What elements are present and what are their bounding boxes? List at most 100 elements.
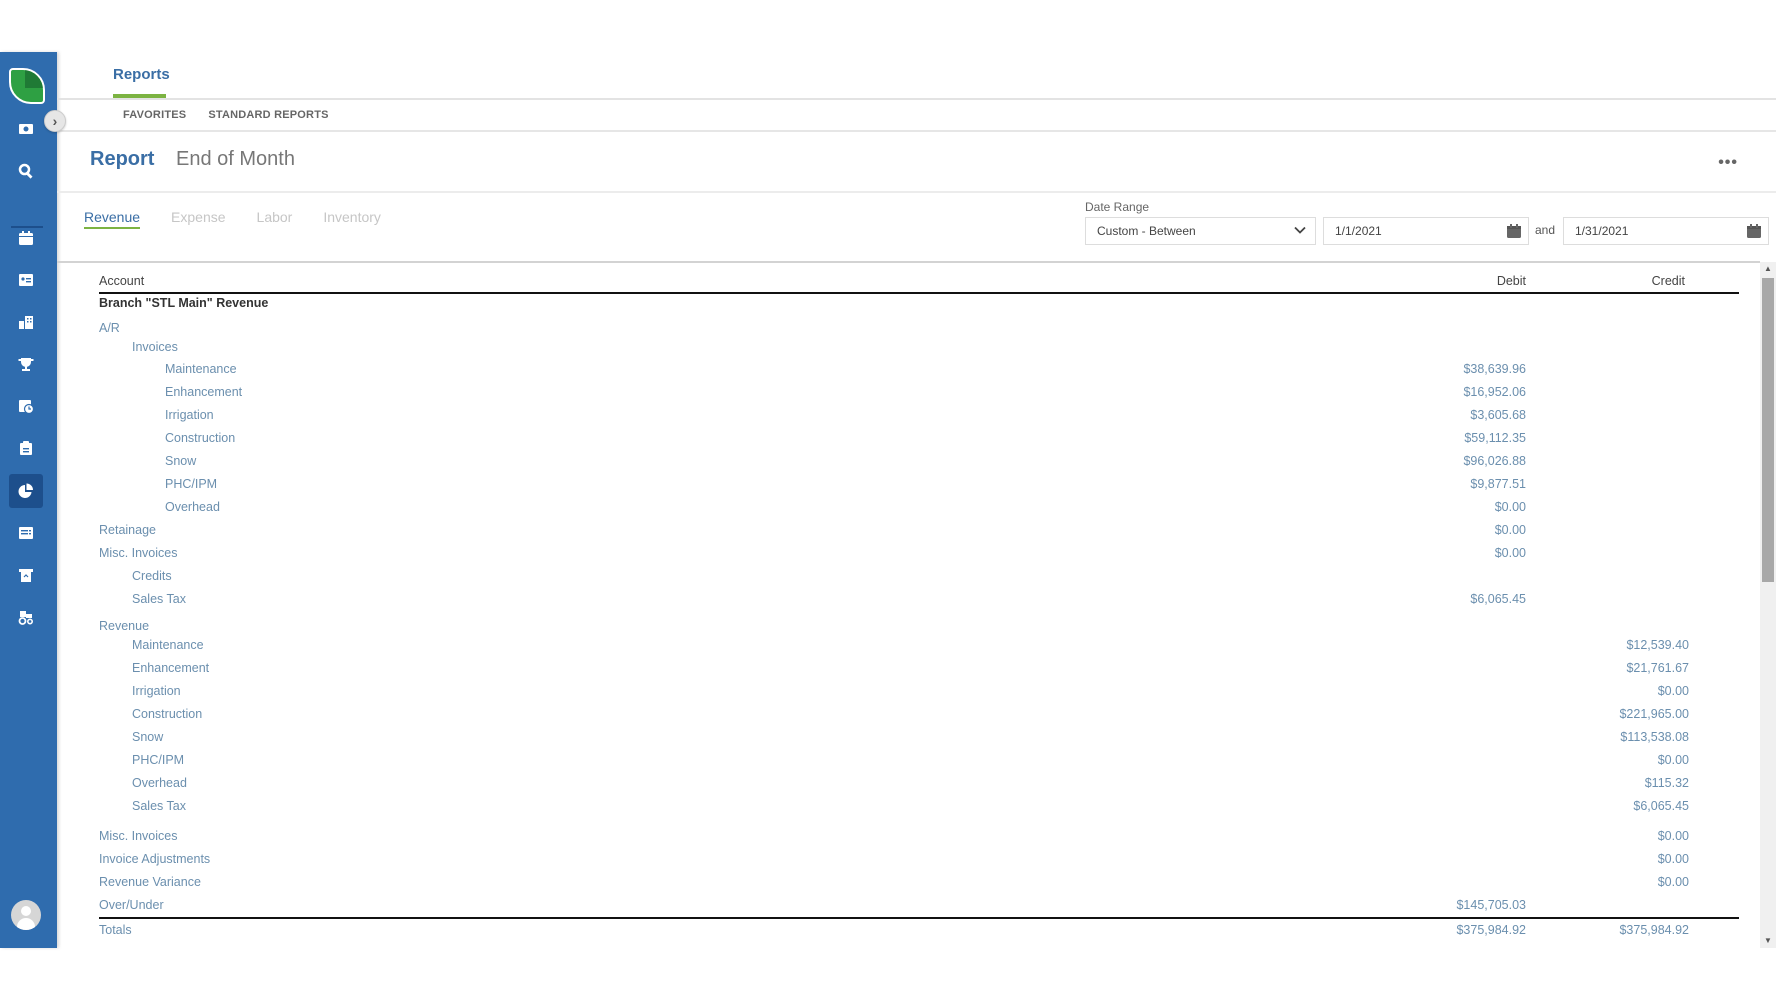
debit-value: $9,877.51	[1470, 477, 1526, 491]
tab-revenue[interactable]: Revenue	[84, 209, 141, 229]
start-date-input[interactable]: 1/1/2021	[1323, 217, 1529, 245]
sidebar-item-clipboard[interactable]	[9, 431, 43, 465]
table-row: Snow $113,538.08	[99, 730, 1739, 750]
list-icon	[19, 527, 33, 539]
account-name[interactable]: Misc. Invoices	[99, 546, 178, 560]
table-row: Construction $59,112.35	[99, 431, 1739, 451]
account-name[interactable]: Construction	[165, 431, 235, 445]
table-row: Snow $96,026.88	[99, 454, 1739, 474]
table-row: Retainage $0.00	[99, 523, 1739, 543]
sidebar-item-search[interactable]	[9, 154, 43, 188]
account-name[interactable]: Invoices	[132, 340, 178, 354]
account-name[interactable]: Overhead	[132, 776, 187, 790]
account-name[interactable]: Invoice Adjustments	[99, 852, 210, 866]
account-name[interactable]: Credits	[132, 569, 172, 583]
column-header-credit: Credit	[1651, 274, 1685, 288]
table-row: Irrigation $0.00	[99, 684, 1739, 704]
money-icon	[19, 124, 33, 134]
totals-credit: $375,984.92	[1619, 923, 1689, 937]
tab-expense[interactable]: Expense	[171, 209, 225, 229]
sidebar-item-trophy[interactable]	[9, 347, 43, 381]
account-name[interactable]: Snow	[132, 730, 163, 744]
scroll-up-arrow[interactable]: ▲	[1760, 262, 1776, 276]
schedule-icon	[19, 400, 34, 414]
account-name[interactable]: Sales Tax	[132, 799, 186, 813]
account-name[interactable]: PHC/IPM	[132, 753, 184, 767]
date-range-label: Date Range	[1085, 200, 1150, 214]
user-avatar[interactable]	[11, 900, 41, 930]
end-date-input[interactable]: 1/31/2021	[1563, 217, 1769, 245]
sidebar-expand-button[interactable]: ›	[44, 110, 66, 132]
vertical-scrollbar[interactable]: ▲ ▼	[1760, 262, 1776, 948]
sidebar-item-equipment[interactable]	[9, 600, 43, 634]
account-name[interactable]: PHC/IPM	[165, 477, 217, 491]
totals-rule	[99, 917, 1739, 919]
credit-value: $115.32	[1644, 776, 1689, 790]
account-name[interactable]: Retainage	[99, 523, 156, 537]
totals-debit: $375,984.92	[1456, 923, 1526, 937]
calendar-icon[interactable]	[1746, 223, 1762, 239]
subtab-favorites[interactable]: FAVORITES	[123, 109, 186, 121]
account-name[interactable]: Irrigation	[132, 684, 181, 698]
equipment-icon	[18, 611, 34, 625]
account-name[interactable]: Maintenance	[132, 638, 204, 652]
debit-value: $3,605.68	[1470, 408, 1526, 422]
table-header: Account Debit Credit	[99, 274, 1739, 294]
app-window: › Reports FAVORITES STANDARD REPORTS Rep…	[0, 52, 1776, 948]
table-row: A/R	[99, 321, 1739, 341]
debit-value: $96,026.88	[1463, 454, 1526, 468]
credit-value: $12,539.40	[1626, 638, 1689, 652]
sidebar-item-money[interactable]	[9, 112, 43, 146]
sidebar-item-receipt[interactable]	[9, 558, 43, 592]
debit-value: $145,705.03	[1456, 898, 1526, 912]
scroll-thumb[interactable]	[1762, 278, 1774, 582]
sidebar-item-contact-card[interactable]	[9, 263, 43, 297]
table-row: Maintenance $12,539.40	[99, 638, 1739, 658]
sidebar-item-schedule[interactable]	[9, 389, 43, 423]
account-name[interactable]: Construction	[132, 707, 202, 721]
account-name[interactable]: Sales Tax	[132, 592, 186, 606]
table-row: Over/Under $145,705.03	[99, 898, 1739, 918]
table-row: Revenue Variance $0.00	[99, 875, 1739, 895]
credit-value: $0.00	[1657, 875, 1689, 889]
table-row: Invoices	[99, 340, 1739, 360]
report-label: Report	[90, 148, 155, 170]
more-options-button[interactable]: •••	[1718, 154, 1738, 172]
column-header-account: Account	[99, 274, 145, 288]
branch-title: Branch "STL Main" Revenue	[99, 296, 269, 310]
account-name[interactable]: A/R	[99, 321, 120, 335]
credit-value: $0.00	[1657, 829, 1689, 843]
account-name[interactable]: Irrigation	[165, 408, 214, 422]
account-name[interactable]: Over/Under	[99, 898, 164, 912]
date-range-select[interactable]: Custom - Between	[1085, 217, 1316, 245]
sidebar-item-pie-chart[interactable]	[9, 474, 43, 508]
account-name[interactable]: Revenue	[99, 619, 149, 633]
subtab-standard-reports[interactable]: STANDARD REPORTS	[208, 109, 328, 121]
sidebar-item-buildings[interactable]	[9, 305, 43, 339]
account-name[interactable]: Overhead	[165, 500, 220, 514]
account-name[interactable]: Enhancement	[165, 385, 242, 399]
account-name[interactable]: Snow	[165, 454, 196, 468]
scroll-down-arrow[interactable]: ▼	[1760, 934, 1776, 948]
app-logo[interactable]	[9, 68, 45, 104]
table-row: Overhead $115.32	[99, 776, 1739, 796]
credit-value: $113,538.08	[1620, 730, 1689, 744]
debit-value: $0.00	[1494, 500, 1526, 514]
account-name[interactable]: Revenue Variance	[99, 875, 201, 889]
account-name[interactable]: Maintenance	[165, 362, 237, 376]
tab-labor[interactable]: Labor	[257, 209, 293, 229]
table-row: Sales Tax $6,065.45	[99, 592, 1739, 612]
calendar-icon	[19, 231, 33, 245]
debit-value: $0.00	[1494, 523, 1526, 537]
report-table: Account Debit Credit Branch "STL Main" R…	[99, 264, 1739, 948]
credit-value: $6,065.45	[1633, 799, 1689, 813]
tab-inventory[interactable]: Inventory	[323, 209, 381, 229]
branch-title-row: Branch "STL Main" Revenue	[99, 296, 1739, 316]
account-name[interactable]: Enhancement	[132, 661, 209, 675]
calendar-icon[interactable]	[1506, 223, 1522, 239]
account-name[interactable]: Misc. Invoices	[99, 829, 178, 843]
tab-reports[interactable]: Reports	[113, 66, 170, 83]
debit-value: $0.00	[1494, 546, 1526, 560]
table-row: Invoice Adjustments $0.00	[99, 852, 1739, 872]
sidebar-item-list[interactable]	[9, 516, 43, 550]
